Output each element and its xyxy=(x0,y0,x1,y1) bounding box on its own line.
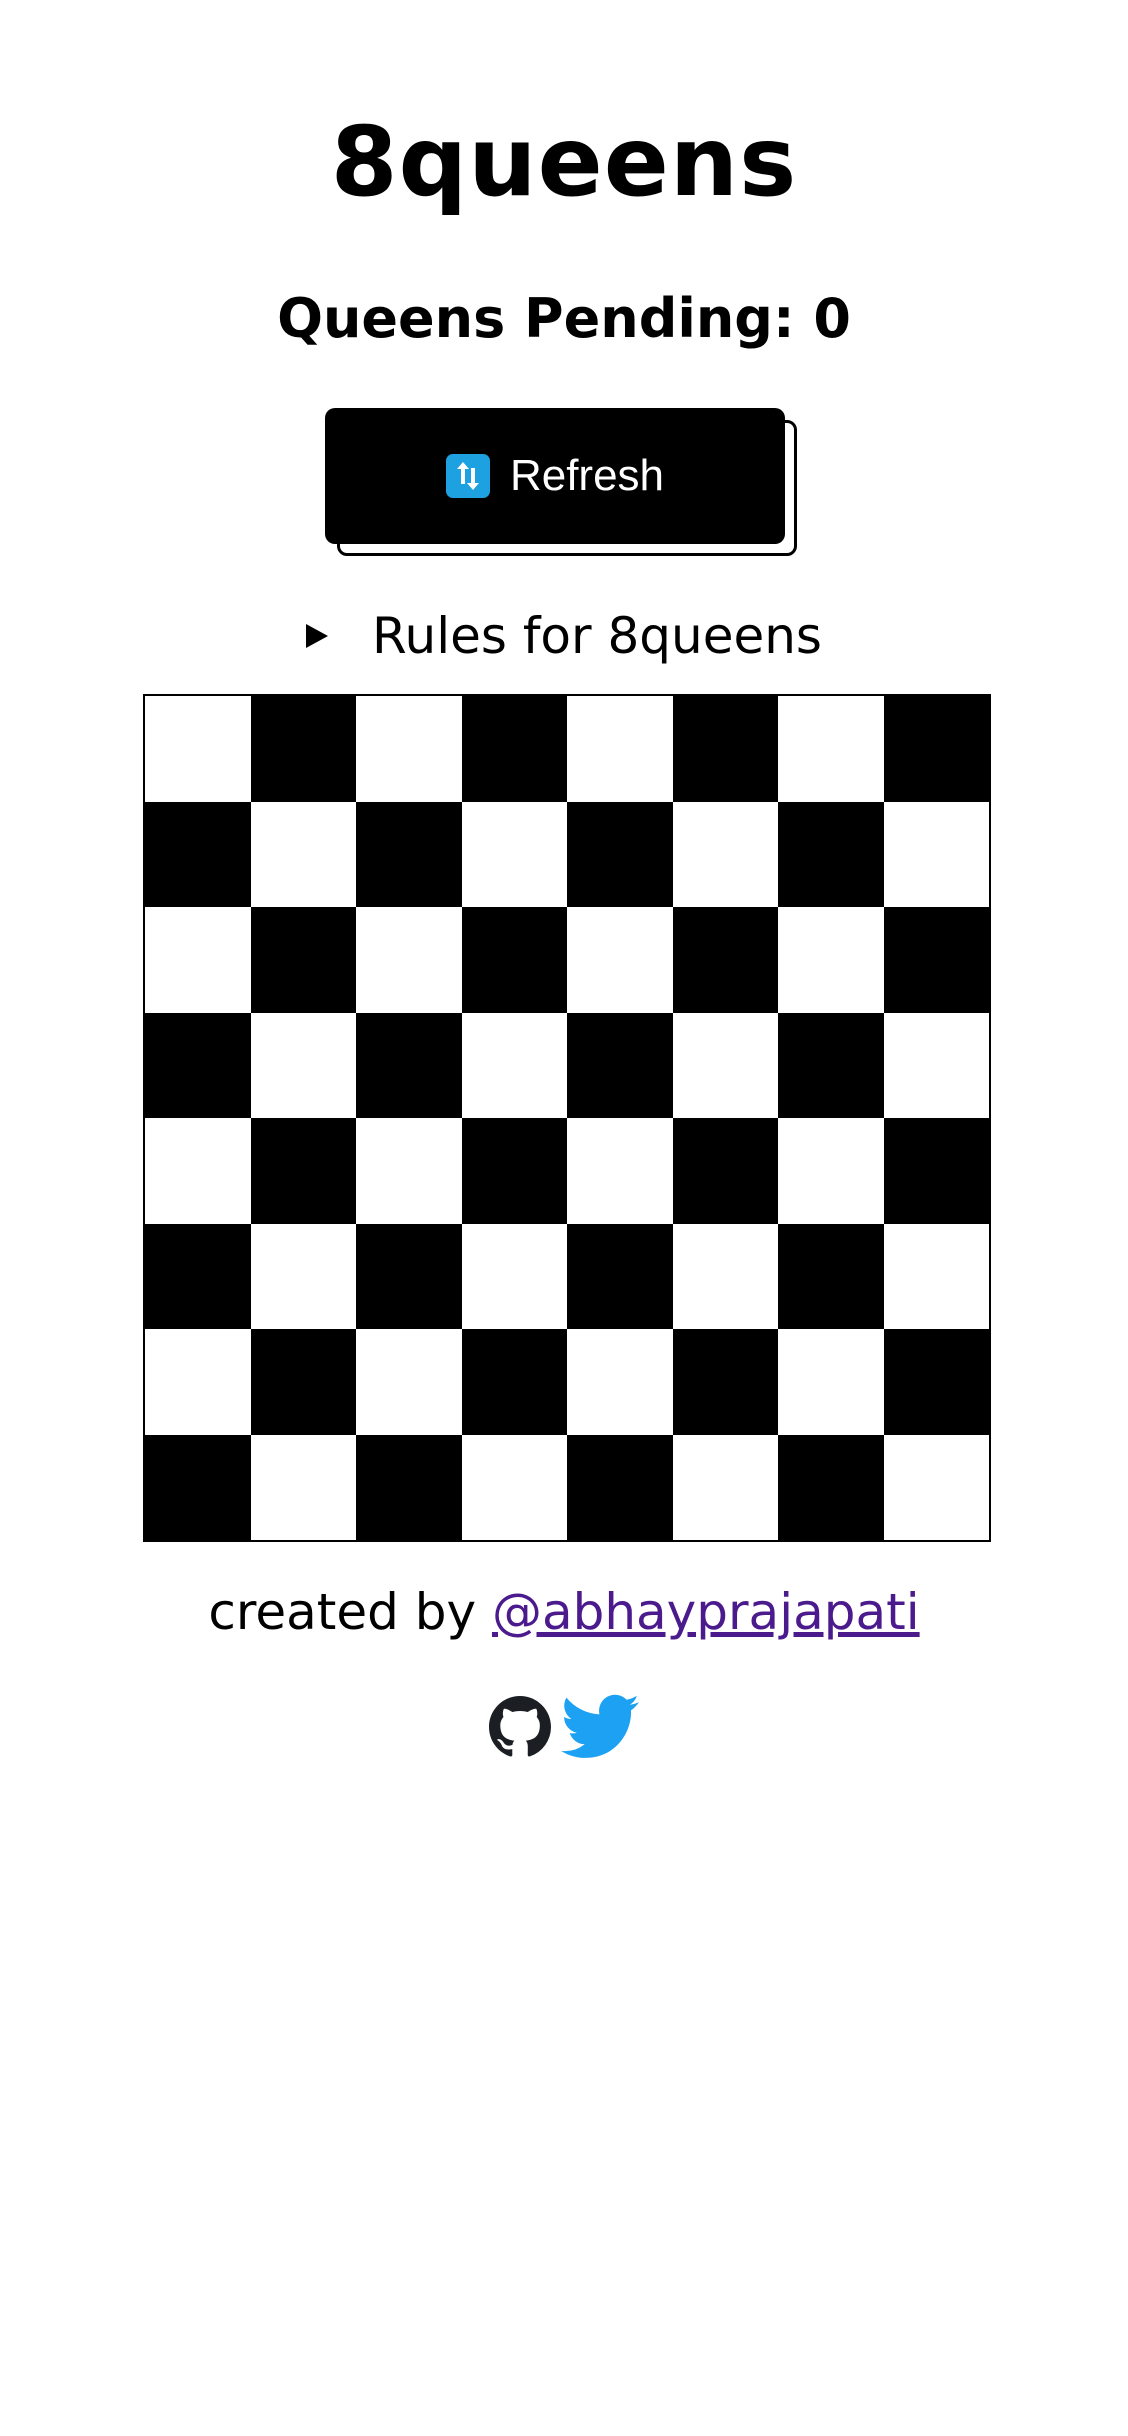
board-square[interactable] xyxy=(145,1223,251,1329)
board-square[interactable] xyxy=(778,1012,884,1118)
board-square[interactable] xyxy=(883,1223,989,1329)
board-square[interactable] xyxy=(567,1118,673,1224)
github-link[interactable] xyxy=(489,1696,551,1758)
credit-line: created by @abhayprajapati xyxy=(0,1580,1128,1644)
social-links xyxy=(0,1694,1128,1760)
board-square[interactable] xyxy=(778,1329,884,1435)
board-square[interactable] xyxy=(461,801,567,907)
board-square[interactable] xyxy=(145,801,251,907)
page: 8queens Queens Pending: 0 Refresh Rules … xyxy=(0,0,1128,2436)
board-square[interactable] xyxy=(567,907,673,1013)
board-square[interactable] xyxy=(145,1012,251,1118)
board-square[interactable] xyxy=(356,1434,462,1540)
board-square[interactable] xyxy=(778,907,884,1013)
board-square[interactable] xyxy=(778,1434,884,1540)
board-square[interactable] xyxy=(356,696,462,802)
board-square[interactable] xyxy=(672,1434,778,1540)
board-square[interactable] xyxy=(145,1329,251,1435)
board-square[interactable] xyxy=(356,1223,462,1329)
board-square[interactable] xyxy=(145,696,251,802)
refresh-button[interactable]: Refresh xyxy=(325,408,785,544)
board-square[interactable] xyxy=(778,696,884,802)
board-square[interactable] xyxy=(356,801,462,907)
board-square[interactable] xyxy=(250,801,356,907)
board-square[interactable] xyxy=(461,1012,567,1118)
board-square[interactable] xyxy=(883,801,989,907)
board-square[interactable] xyxy=(250,1118,356,1224)
board-square[interactable] xyxy=(778,1118,884,1224)
board-square[interactable] xyxy=(883,907,989,1013)
chess-board xyxy=(143,694,991,1542)
board-square[interactable] xyxy=(145,907,251,1013)
board-square[interactable] xyxy=(145,1434,251,1540)
board-square[interactable] xyxy=(461,907,567,1013)
board-square[interactable] xyxy=(461,1434,567,1540)
board-square[interactable] xyxy=(567,696,673,802)
credit-text: created by xyxy=(208,1583,492,1641)
page-title: 8queens xyxy=(330,106,798,218)
board-square[interactable] xyxy=(883,1012,989,1118)
board-square[interactable] xyxy=(672,696,778,802)
board-square[interactable] xyxy=(883,1118,989,1224)
refresh-icon xyxy=(445,454,490,498)
board-square[interactable] xyxy=(883,1329,989,1435)
board-square[interactable] xyxy=(778,801,884,907)
twitter-icon xyxy=(561,1694,639,1758)
board-square[interactable] xyxy=(356,1118,462,1224)
board-square[interactable] xyxy=(250,696,356,802)
refresh-button-label: Refresh xyxy=(509,451,665,500)
board-square[interactable] xyxy=(672,907,778,1013)
github-icon xyxy=(489,1696,551,1757)
board-square[interactable] xyxy=(250,1434,356,1540)
board-square[interactable] xyxy=(461,696,567,802)
board-square[interactable] xyxy=(356,907,462,1013)
board-square[interactable] xyxy=(567,1329,673,1435)
rules-disclosure[interactable]: Rules for 8queens xyxy=(0,604,1128,668)
board-square[interactable] xyxy=(250,1329,356,1435)
twitter-link[interactable] xyxy=(561,1694,639,1760)
board-square[interactable] xyxy=(145,1118,251,1224)
board-square[interactable] xyxy=(672,1223,778,1329)
author-link[interactable]: @abhayprajapati xyxy=(492,1583,920,1641)
disclosure-triangle-icon xyxy=(306,624,329,648)
board-square[interactable] xyxy=(567,1434,673,1540)
board-square[interactable] xyxy=(672,801,778,907)
board-square[interactable] xyxy=(672,1012,778,1118)
board-square[interactable] xyxy=(883,696,989,802)
board-square[interactable] xyxy=(461,1223,567,1329)
refresh-button-container: Refresh xyxy=(325,408,801,560)
board-square[interactable] xyxy=(461,1118,567,1224)
rules-label: Rules for 8queens xyxy=(372,607,822,665)
board-square[interactable] xyxy=(356,1012,462,1118)
queens-pending-counter: Queens Pending: 0 xyxy=(277,287,851,350)
board-square[interactable] xyxy=(778,1223,884,1329)
board-square[interactable] xyxy=(672,1329,778,1435)
board-square[interactable] xyxy=(567,1012,673,1118)
board-square[interactable] xyxy=(883,1434,989,1540)
board-square[interactable] xyxy=(356,1329,462,1435)
board-square[interactable] xyxy=(672,1118,778,1224)
board-square[interactable] xyxy=(250,1223,356,1329)
board-square[interactable] xyxy=(250,1012,356,1118)
board-square[interactable] xyxy=(250,907,356,1013)
board-square[interactable] xyxy=(567,1223,673,1329)
board-square[interactable] xyxy=(461,1329,567,1435)
board-square[interactable] xyxy=(567,801,673,907)
